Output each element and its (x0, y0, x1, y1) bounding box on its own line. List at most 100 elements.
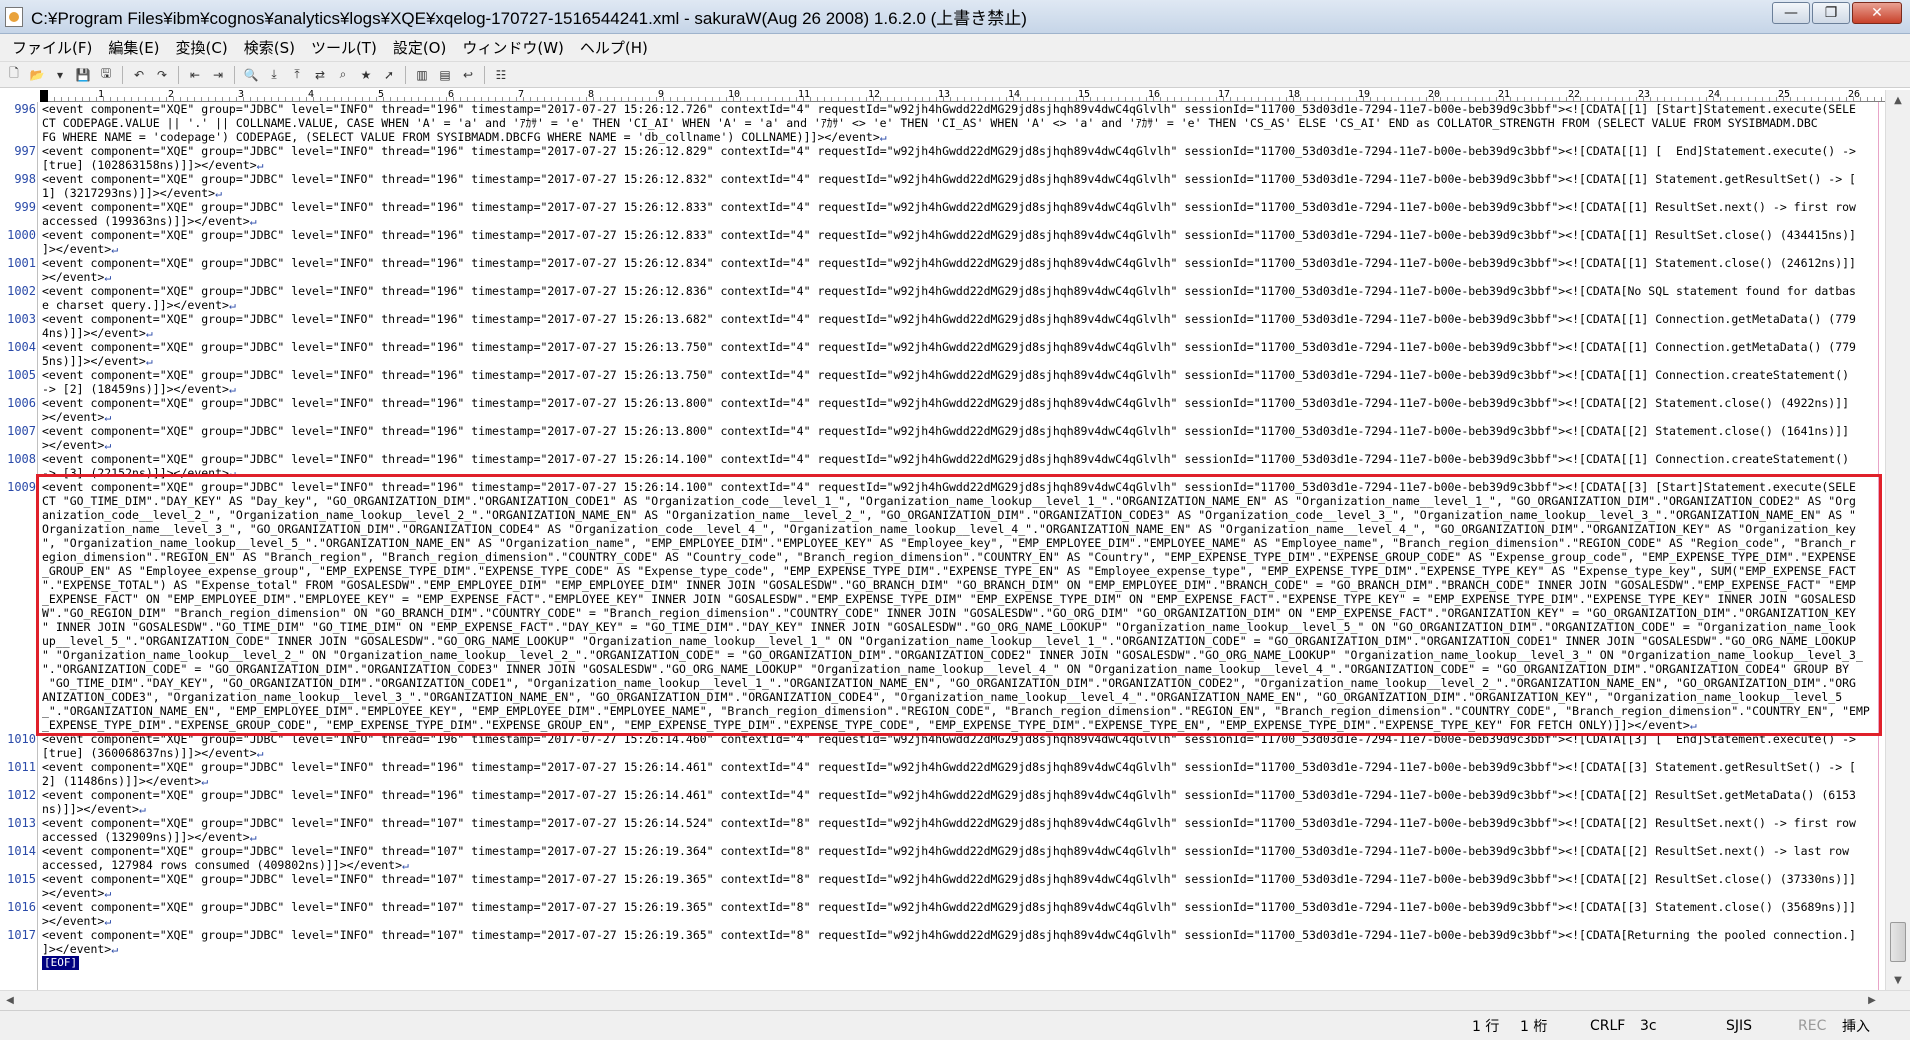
line-number[interactable]: 1007 (0, 424, 36, 438)
back-icon[interactable]: ⇤ (185, 65, 205, 85)
sakura-app-icon[interactable] (5, 6, 23, 27)
ruler-mark: 18 (1288, 89, 1301, 100)
code-line-text: <event component="XQE" group="JDBC" leve… (42, 200, 1856, 214)
code-line-text: accessed (132909ns)]]></event> (42, 830, 250, 844)
line-number[interactable]: 1006 (0, 396, 36, 410)
code-line: <event component="XQE" group="JDBC" leve… (42, 480, 1880, 494)
find-icon[interactable]: 🔍 (241, 65, 261, 85)
line-number[interactable]: 1010 (0, 732, 36, 746)
line-number[interactable]: 1000 (0, 228, 36, 242)
minimize-button[interactable]: — (1772, 2, 1810, 24)
find-prev-icon[interactable]: ⤒ (287, 65, 307, 85)
bookmark-icon[interactable]: ★ (356, 65, 376, 85)
code-line: <event component="XQE" group="JDBC" leve… (42, 900, 1880, 914)
undo-icon[interactable]: ↶ (129, 65, 149, 85)
status-char-code: 3c (1640, 1018, 1657, 1034)
code-line-text: 1] (3217293ns)]]></event> (42, 186, 216, 200)
code-line: <event component="XQE" group="JDBC" leve… (42, 788, 1880, 802)
line-number[interactable]: 1014 (0, 844, 36, 858)
code-line: "."EXPENSE_TOTAL") AS "Expense_total" FR… (42, 578, 1880, 592)
code-line-text: ]></event> (42, 242, 112, 256)
maximize-button[interactable]: ❐ (1812, 2, 1850, 24)
menu-window[interactable]: ウィンドウ(W) (454, 35, 572, 60)
code-line: e charset query.]]></event>↵ (42, 298, 1880, 312)
line-number[interactable]: 1017 (0, 928, 36, 942)
code-line-text: "GO_TIME_DIM"."DAY_KEY", "GO_ORGANIZATIO… (42, 676, 1856, 690)
menu-tools[interactable]: ツール(T) (303, 35, 385, 60)
code-line-text: <event component="XQE" group="JDBC" leve… (42, 844, 1850, 858)
line-number[interactable]: 997 (0, 144, 36, 158)
code-line-text: accessed (199363ns)]]></event> (42, 214, 250, 228)
scroll-thumb[interactable] (1890, 922, 1906, 962)
replace-icon[interactable]: ⇄ (310, 65, 330, 85)
line-number[interactable]: 1001 (0, 256, 36, 270)
line-number[interactable]: 1009 (0, 480, 36, 494)
line-number[interactable]: 999 (0, 200, 36, 214)
line-number[interactable]: 1004 (0, 340, 36, 354)
code-line: ></event>↵ (42, 438, 1880, 452)
compare-icon[interactable]: ▥ (412, 65, 432, 85)
editor-area[interactable]: 996 997 998 999 1000 1001 1002 1003 1004 1005 1006… (0, 102, 1885, 990)
newline-glyph: ↵ (104, 914, 112, 928)
code-line: -> [3] (22152ns)]]></event>↵ (42, 466, 1880, 480)
outline-icon[interactable]: ▤ (435, 65, 455, 85)
code-line: ]></event>↵ (42, 942, 1880, 956)
dropdown-arrow-icon[interactable]: ▾ (50, 65, 70, 85)
scroll-up-icon[interactable]: ▲ (1886, 90, 1910, 110)
toolbar-separator (234, 65, 235, 84)
menu-edit[interactable]: 編集(E) (100, 35, 167, 60)
line-number[interactable]: 998 (0, 172, 36, 186)
line-number[interactable]: 1011 (0, 760, 36, 774)
code-line: "."ORGANIZATION_CODE" = "GO_ORGANIZATION… (42, 662, 1880, 676)
newline-glyph: ↵ (402, 858, 409, 872)
line-number[interactable]: 1013 (0, 816, 36, 830)
code-line: <event component="XQE" group="JDBC" leve… (42, 816, 1880, 830)
ruler-mark: 23 (1638, 89, 1651, 100)
open-folder-icon[interactable]: 📂 (27, 65, 47, 85)
line-number[interactable]: 1008 (0, 452, 36, 466)
code-line: <event component="XQE" group="JDBC" leve… (42, 102, 1880, 116)
jump-icon[interactable]: ➚ (379, 65, 399, 85)
line-number[interactable]: 1016 (0, 900, 36, 914)
close-button[interactable]: ✕ (1852, 2, 1902, 24)
menu-search[interactable]: 検索(S) (236, 35, 303, 60)
line-number[interactable]: 1003 (0, 312, 36, 326)
line-number[interactable]: 996 (0, 102, 36, 116)
code-line-text: ]></event> (42, 942, 112, 956)
save-all-icon[interactable]: 🖫 (96, 65, 116, 85)
line-number[interactable]: 1002 (0, 284, 36, 298)
settings-icon[interactable]: ☷ (491, 65, 511, 85)
code-line: 1] (3217293ns)]]></event>↵ (42, 186, 1880, 200)
menu-settings[interactable]: 設定(O) (385, 35, 455, 60)
horizontal-scrollbar[interactable]: ◀ ▶ (0, 990, 1910, 1010)
grep-icon[interactable]: ⌕ (333, 65, 353, 85)
newline-glyph: ↵ (104, 270, 112, 284)
code-line: 5ns)]]></event>↵ (42, 354, 1880, 368)
newline-glyph: ↵ (228, 298, 236, 312)
code-line: <event component="XQE" group="JDBC" leve… (42, 452, 1880, 466)
menu-convert[interactable]: 変換(C) (168, 35, 236, 60)
code-line-text: _"."ORGANIZATION_NAME_EN", "EMP_EMPLOYEE… (42, 704, 1870, 718)
save-icon[interactable]: 💾 (73, 65, 93, 85)
scroll-left-icon[interactable]: ◀ (0, 991, 20, 1010)
find-next-icon[interactable]: ⤓ (264, 65, 284, 85)
wrap-icon[interactable]: ↩ (458, 65, 478, 85)
vertical-scrollbar[interactable]: ▲ ▼ (1885, 90, 1910, 990)
code-line: [true] (360068637ns)]]></event>↵ (42, 746, 1880, 760)
menu-file[interactable]: ファイル(F) (4, 35, 100, 60)
scroll-down-icon[interactable]: ▼ (1886, 970, 1910, 990)
status-insert-mode[interactable]: 挿入 (1842, 1011, 1870, 1040)
line-number[interactable]: 1015 (0, 872, 36, 886)
ruler-mark: 21 (1498, 89, 1511, 100)
forward-icon[interactable]: ⇥ (208, 65, 228, 85)
code-line-text: "."ORGANIZATION_CODE" = "GO_ORGANIZATION… (42, 662, 1850, 676)
new-file-icon[interactable]: 🗋 (4, 65, 24, 85)
line-number[interactable]: 1012 (0, 788, 36, 802)
status-encoding[interactable]: SJIS (1726, 1011, 1752, 1040)
menu-help[interactable]: ヘルプ(H) (572, 35, 656, 60)
line-number[interactable]: 1005 (0, 368, 36, 382)
scroll-right-icon[interactable]: ▶ (1862, 991, 1882, 1010)
status-eol[interactable]: CRLF (1590, 1011, 1625, 1040)
redo-icon[interactable]: ↷ (152, 65, 172, 85)
ruler-mark: 15 (1078, 89, 1091, 100)
